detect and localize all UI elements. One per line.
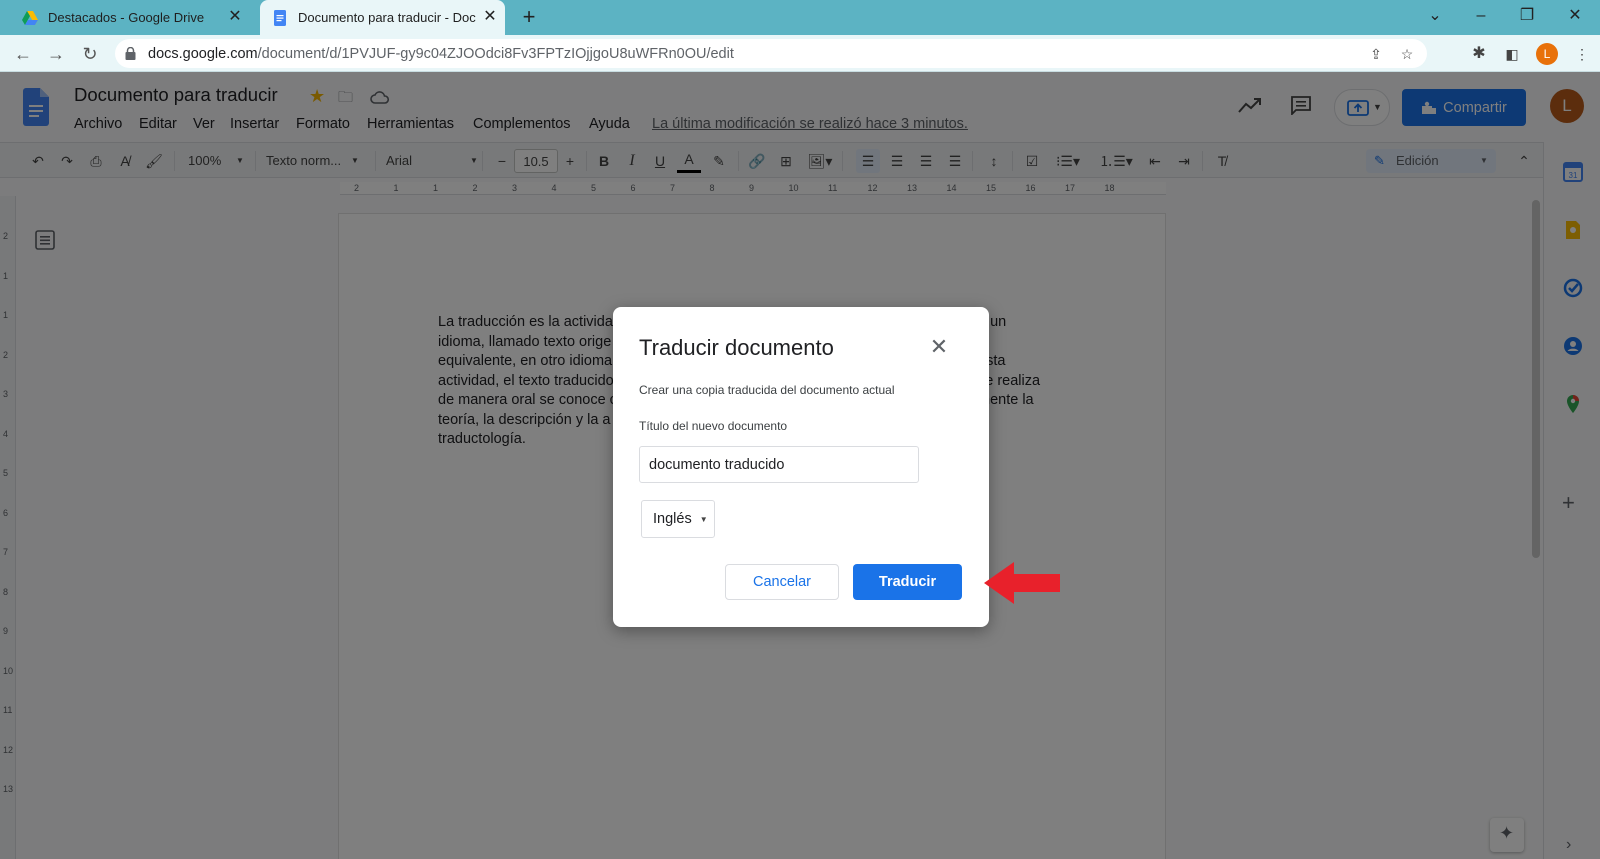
language-select[interactable]: Inglés ▼ xyxy=(641,500,715,538)
url-input[interactable]: docs.google.com/document/d/1PVJUF-gy9c04… xyxy=(115,39,1427,68)
restore-icon[interactable]: ❐ xyxy=(1504,0,1550,32)
lock-icon xyxy=(125,47,136,60)
browser-address-bar: ← → ↻ docs.google.com/document/d/1PVJUF-… xyxy=(0,35,1600,72)
translate-dialog: Traducir documento ✕ Crear una copia tra… xyxy=(613,307,989,627)
profile-avatar[interactable]: L xyxy=(1536,43,1558,65)
url-host: docs.google.com xyxy=(148,46,258,62)
url-path: /document/d/1PVJUF-gy9c04ZJOOdci8Fv3FPTz… xyxy=(257,46,734,62)
chevron-down-icon: ▼ xyxy=(699,514,708,524)
minimize-icon[interactable]: – xyxy=(1458,0,1504,32)
google-docs-icon xyxy=(274,9,286,26)
tab-google-docs[interactable]: Documento para traducir - Documentos de … xyxy=(260,0,505,35)
url-text: docs.google.com/document/d/1PVJUF-gy9c04… xyxy=(148,46,734,62)
tab-title: Destacados - Google Drive xyxy=(48,10,205,25)
new-document-title-input[interactable] xyxy=(639,446,919,483)
language-value: Inglés xyxy=(653,511,692,527)
new-title-label: Título del nuevo documento xyxy=(639,419,788,433)
extensions-icon[interactable]: ✱ xyxy=(1470,45,1488,63)
dialog-title: Traducir documento xyxy=(639,335,834,360)
app-window: Destacados - Google Drive ✕ Documento pa… xyxy=(0,0,1600,859)
browser-tab-strip: Destacados - Google Drive ✕ Documento pa… xyxy=(0,0,1600,35)
close-window-icon[interactable]: ✕ xyxy=(1552,0,1598,32)
new-tab-icon[interactable]: + xyxy=(515,4,543,32)
tab-google-drive[interactable]: Destacados - Google Drive ✕ xyxy=(10,0,250,35)
bookmark-star-icon[interactable]: ☆ xyxy=(1398,45,1416,63)
reload-icon[interactable]: ↻ xyxy=(77,41,103,67)
close-tab-icon[interactable]: ✕ xyxy=(481,8,499,26)
forward-icon[interactable]: → xyxy=(43,41,69,67)
share-page-icon[interactable]: ⇪ xyxy=(1367,45,1385,63)
tab-title: Documento para traducir - Documentos de … xyxy=(298,10,476,25)
close-icon[interactable]: ✕ xyxy=(925,333,953,361)
dialog-description: Crear una copia traducida del documento … xyxy=(639,383,895,397)
cancel-button[interactable]: Cancelar xyxy=(725,564,839,600)
annotation-arrow-icon xyxy=(984,562,1060,604)
close-tab-icon[interactable]: ✕ xyxy=(226,8,244,26)
tab-search-icon[interactable]: ⌄ xyxy=(1412,0,1458,32)
side-panel-icon[interactable]: ◧ xyxy=(1503,45,1521,63)
back-icon[interactable]: ← xyxy=(10,41,36,67)
translate-button[interactable]: Traducir xyxy=(853,564,962,600)
more-menu-icon[interactable]: ⋮ xyxy=(1573,45,1591,63)
google-drive-icon xyxy=(22,10,38,25)
